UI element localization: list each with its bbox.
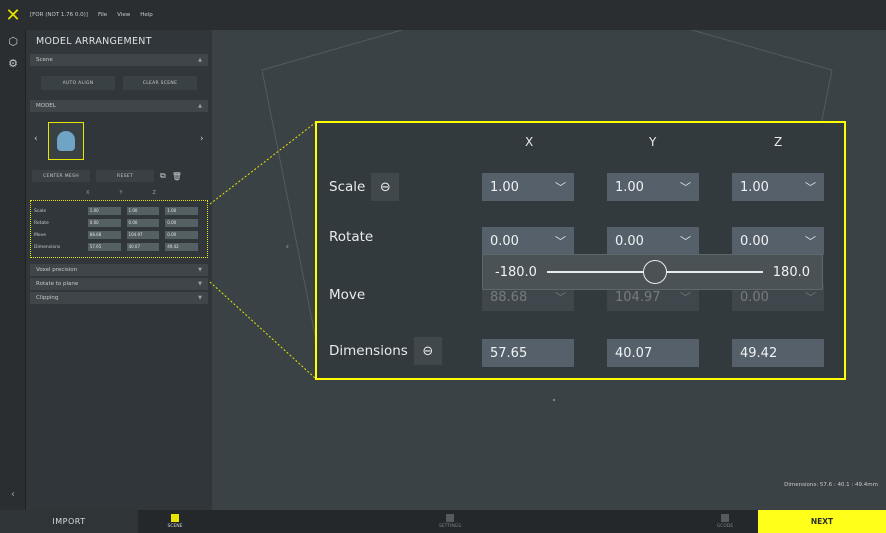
scene-step-icon	[171, 514, 179, 522]
clipping-header[interactable]: Clipping ▼	[30, 292, 208, 304]
chevron-up-icon: ▲	[198, 103, 202, 109]
mini-dim-y[interactable]: 40.07	[126, 243, 160, 251]
mini-header-x: X	[86, 190, 90, 196]
scene-section-header[interactable]: Scene ▲	[30, 54, 208, 66]
dimensions-row-label: Dimensions ⊖	[329, 337, 442, 365]
collapse-icon[interactable]: ‹	[0, 489, 26, 500]
header-z: Z	[774, 135, 783, 149]
dimension-z-field[interactable]: 49.42	[732, 339, 824, 367]
prev-model-icon[interactable]: ‹	[34, 134, 38, 144]
mini-move-row: Move 88.68 104.97 0.00	[34, 229, 204, 241]
header-y: Y	[649, 135, 657, 149]
app-version-tag: [FOR (NOT 1.76 0.0)]	[30, 12, 88, 18]
mini-move-y[interactable]: 104.97	[126, 231, 160, 239]
chevron-down-icon: ﹀	[680, 181, 691, 194]
chevron-down-icon: ﹀	[555, 181, 566, 194]
scale-z-select[interactable]: 1.00 ﹀	[732, 173, 824, 201]
settings-step-icon	[446, 514, 454, 522]
arrange-icon[interactable]: ⚙	[0, 52, 26, 74]
copy-icon[interactable]: ⧉	[160, 171, 166, 181]
axis-marker: z	[286, 244, 289, 250]
dimension-x-field[interactable]: 57.65	[482, 339, 574, 367]
model-carousel: ‹ ›	[26, 118, 212, 164]
reset-button[interactable]: RESET	[96, 170, 154, 182]
step-scene[interactable]: SCENE	[150, 510, 200, 533]
model-section-header[interactable]: MODEL ▲	[30, 100, 208, 112]
scale-row-label: Scale ⊖	[329, 173, 400, 201]
transform-table: Scale 1.00 1.00 1.00 Rotate 0.00 0.00 0.…	[30, 200, 208, 258]
chevron-down-icon: ﹀	[680, 235, 691, 248]
auto-align-button[interactable]: AUTO ALIGN	[41, 76, 115, 90]
rotate-y-select[interactable]: 0.00 ﹀	[607, 227, 699, 255]
step-settings[interactable]: SETTINGS	[425, 510, 475, 533]
mini-header-y: Y	[119, 190, 123, 196]
chevron-down-icon: ﹀	[805, 291, 816, 304]
step-gcode[interactable]: GCODE	[700, 510, 750, 533]
chevron-down-icon: ﹀	[805, 181, 816, 194]
next-button[interactable]: NEXT	[758, 510, 886, 533]
mini-rotate-row: Rotate 0.00 0.00 0.00	[34, 217, 204, 229]
slider-track[interactable]	[546, 260, 763, 284]
center-mesh-button[interactable]: CENTER MESH	[32, 170, 90, 182]
cube-icon[interactable]: ⬡	[0, 30, 26, 52]
mini-move-z[interactable]: 0.00	[165, 231, 198, 239]
chevron-down-icon: ﹀	[555, 291, 566, 304]
menu-help[interactable]: Help	[140, 12, 153, 18]
clear-scene-button[interactable]: CLEAR SCENE	[123, 76, 197, 90]
workflow-bar: IMPORT SCENE SETTINGS GCODE NEXT	[0, 510, 886, 533]
scale-lock-icon[interactable]: ⊖	[371, 173, 400, 201]
rotate-to-plane-header[interactable]: Rotate to plane ▼	[30, 278, 208, 290]
app-logo-icon: ✕	[5, 4, 21, 26]
dimensions-lock-icon[interactable]: ⊖	[413, 337, 442, 365]
menu-file[interactable]: File	[98, 12, 107, 18]
mini-rotate-y[interactable]: 0.00	[126, 219, 160, 227]
model-preview-icon	[57, 131, 75, 151]
mini-dimensions-row: Dimensions 57.65 40.07 49.42	[34, 241, 204, 253]
tool-icon-strip: ⬡ ⚙ ‹	[0, 30, 26, 510]
model-thumbnail[interactable]	[48, 122, 84, 160]
scale-y-select[interactable]: 1.00 ﹀	[607, 173, 699, 201]
header-x: X	[525, 135, 534, 149]
chevron-down-icon: ﹀	[680, 291, 691, 304]
import-button[interactable]: IMPORT	[0, 510, 138, 533]
chevron-down-icon: ▼	[198, 281, 202, 287]
mini-dim-z[interactable]: 49.42	[165, 243, 198, 251]
trash-icon[interactable]: 🗑	[172, 172, 182, 181]
menu-view[interactable]: View	[117, 12, 130, 18]
menu-bar: ✕ [FOR (NOT 1.76 0.0)] File View Help	[0, 0, 886, 30]
mini-rotate-x[interactable]: 0.00	[87, 219, 121, 227]
mini-scale-x[interactable]: 1.00	[87, 207, 121, 215]
chevron-down-icon: ▼	[198, 267, 202, 273]
transform-zoom-callout: X Y Z Scale ⊖ 1.00 ﹀ 1.00 ﹀ 1.00 ﹀ Rotate 0…	[315, 121, 846, 380]
slider-min-label: -180.0	[495, 264, 537, 280]
chevron-down-icon: ﹀	[805, 235, 816, 248]
mini-scale-row: Scale 1.00 1.00 1.00	[34, 205, 204, 217]
panel-title: MODEL ARRANGEMENT	[36, 35, 152, 47]
dimensions-readout: Dimensions: 57.6 : 40.1 : 49.4mm	[784, 482, 878, 488]
model-arrangement-panel: MODEL ARRANGEMENT Scene ▲ AUTO ALIGN CLEA…	[26, 30, 212, 510]
mini-move-x[interactable]: 88.68	[87, 231, 121, 239]
mini-rotate-z[interactable]: 0.00	[165, 219, 198, 227]
voxel-precision-header[interactable]: Voxel precision ▼	[30, 264, 208, 276]
mini-scale-y[interactable]: 1.00	[126, 207, 160, 215]
chevron-up-icon: ▲	[198, 57, 202, 63]
chevron-down-icon: ▼	[198, 295, 202, 301]
next-model-icon[interactable]: ›	[200, 134, 204, 144]
rotate-x-select[interactable]: 0.00 ﹀	[482, 227, 574, 255]
mini-header-z: Z	[152, 190, 156, 196]
mini-scale-z[interactable]: 1.00	[165, 207, 198, 215]
rotate-slider-popup[interactable]: -180.0 180.0	[482, 254, 823, 290]
rotate-row-label: Rotate	[329, 229, 374, 245]
dimension-y-field[interactable]: 40.07	[607, 339, 699, 367]
scale-x-select[interactable]: 1.00 ﹀	[482, 173, 574, 201]
slider-max-label: 180.0	[772, 264, 810, 280]
slider-knob[interactable]	[642, 260, 667, 284]
rotate-z-select[interactable]: 0.00 ﹀	[732, 227, 824, 255]
move-row-label: Move	[329, 287, 366, 303]
gcode-step-icon	[721, 514, 729, 522]
mini-dim-x[interactable]: 57.65	[87, 243, 121, 251]
chevron-down-icon: ﹀	[555, 235, 566, 248]
